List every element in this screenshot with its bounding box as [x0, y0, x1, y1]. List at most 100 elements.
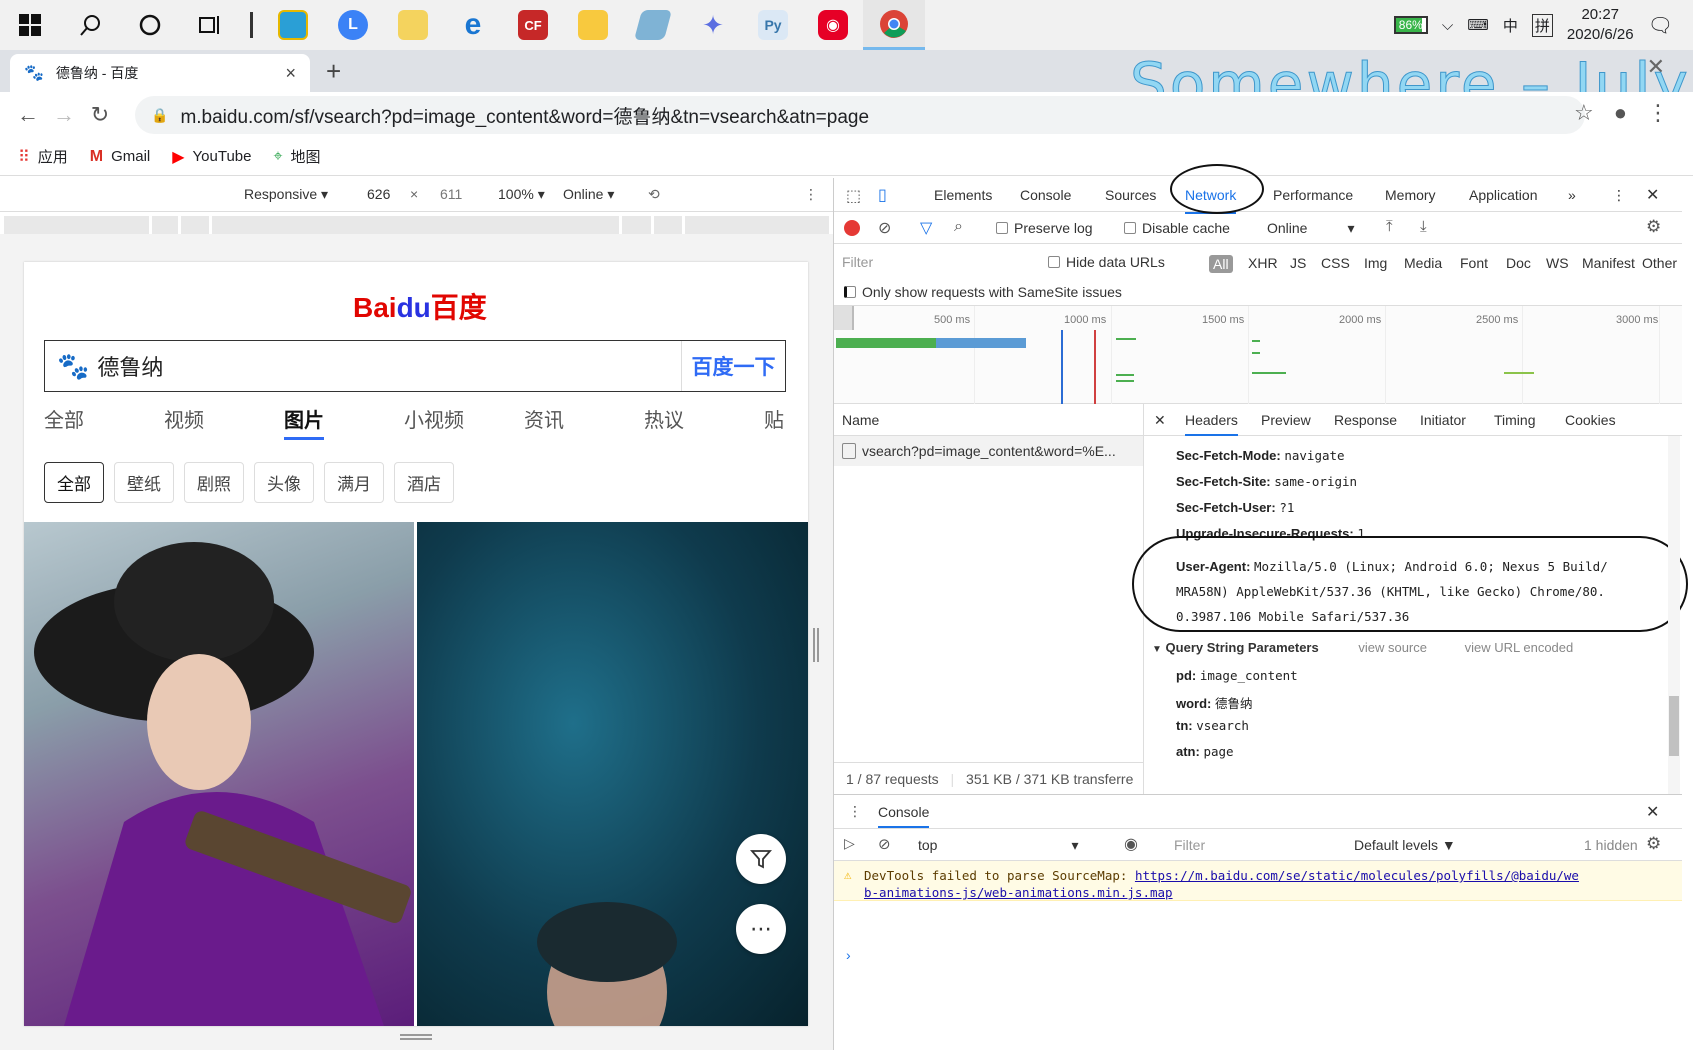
console-context-select[interactable]: top ▾: [918, 837, 1079, 854]
disable-cache-checkbox[interactable]: Disable cache: [1124, 220, 1230, 236]
filter-type-img[interactable]: Img: [1364, 255, 1387, 271]
filter-type-font[interactable]: Font: [1460, 255, 1488, 271]
import-har-icon[interactable]: ⤒: [1386, 218, 1393, 235]
chip-hotel[interactable]: 酒店: [394, 462, 454, 503]
tab-preview[interactable]: Preview: [1261, 412, 1311, 428]
export-har-icon[interactable]: ⤓: [1420, 218, 1427, 235]
hide-data-urls-checkbox[interactable]: Hide data URLs: [1048, 254, 1165, 270]
lock-icon[interactable]: 🔒: [151, 107, 168, 124]
filter-type-js[interactable]: JS: [1290, 255, 1306, 271]
record-icon[interactable]: [844, 220, 860, 236]
network-timeline-overview[interactable]: 500 ms 1000 ms 1500 ms 2000 ms 2500 ms 3…: [834, 306, 1682, 404]
console-sidebar-icon[interactable]: ▷: [844, 835, 855, 852]
throttling-select[interactable]: Online ▾: [1267, 220, 1355, 237]
filter-type-xhr[interactable]: XHR: [1248, 255, 1278, 271]
tab-close-icon[interactable]: ×: [285, 63, 296, 84]
name-column-header[interactable]: Name: [834, 404, 1143, 436]
console-prompt-icon[interactable]: ›: [846, 947, 851, 963]
tab-memory[interactable]: Memory: [1385, 187, 1436, 203]
viewport-width-input[interactable]: 626: [367, 186, 390, 202]
rotate-icon[interactable]: ⟲: [648, 186, 660, 203]
category-tab-news[interactable]: 资讯: [524, 404, 644, 440]
request-row[interactable]: vsearch?pd=image_content&word=%E...: [834, 436, 1143, 466]
result-image-1[interactable]: [24, 522, 414, 1026]
battery-indicator[interactable]: 86%: [1393, 16, 1428, 34]
edge-icon[interactable]: e: [450, 2, 496, 48]
address-bar[interactable]: 🔒 m.baidu.com/sf/vsearch?pd=image_conten…: [135, 96, 1585, 134]
app-screenshot-icon[interactable]: [390, 2, 436, 48]
app-bird-icon[interactable]: ✦: [690, 2, 736, 48]
tab-sources[interactable]: Sources: [1105, 187, 1156, 203]
tab-timing[interactable]: Timing: [1494, 412, 1536, 428]
device-mode-select[interactable]: Responsive ▾: [244, 186, 328, 203]
filter-type-manifest[interactable]: Manifest: [1582, 255, 1635, 271]
zoom-select[interactable]: 100% ▾: [498, 186, 545, 203]
search-button[interactable]: 百度一下: [681, 341, 785, 391]
bookmark-youtube[interactable]: ▶ YouTube: [172, 147, 251, 167]
chrome-menu-icon[interactable]: ⋮: [1647, 100, 1669, 126]
chip-wallpaper[interactable]: 壁纸: [114, 462, 174, 503]
forward-icon[interactable]: →: [46, 102, 82, 128]
log-levels-select[interactable]: Default levels ▼: [1354, 837, 1456, 853]
filter-funnel-icon[interactable]: ▽: [920, 218, 932, 238]
tab-elements[interactable]: Elements: [934, 187, 992, 203]
console-clear-icon[interactable]: ⊘: [878, 835, 891, 853]
search-icon[interactable]: ⌕: [954, 218, 963, 236]
drawer-tab-console[interactable]: Console: [878, 804, 930, 828]
search-icon[interactable]: [67, 2, 113, 48]
chevron-up-icon[interactable]: ⌵: [1442, 17, 1453, 34]
more-options-fab[interactable]: ⋯: [736, 904, 786, 954]
filter-type-other[interactable]: Other: [1642, 255, 1677, 271]
filter-type-media[interactable]: Media: [1404, 255, 1442, 271]
filter-type-all[interactable]: All: [1209, 255, 1233, 273]
devtools-close-icon[interactable]: ✕: [1646, 185, 1659, 205]
device-throttle-select[interactable]: Online ▾: [563, 186, 614, 203]
task-view-icon[interactable]: [187, 2, 233, 48]
preserve-log-checkbox[interactable]: Preserve log: [996, 220, 1093, 236]
chip-all[interactable]: 全部: [44, 462, 104, 503]
console-settings-gear-icon[interactable]: ⚙: [1646, 834, 1661, 854]
console-filter-input[interactable]: Filter: [1174, 837, 1205, 853]
app-folder-icon[interactable]: [630, 2, 676, 48]
category-tab-discussion[interactable]: 热议: [644, 404, 764, 440]
details-scrollbar[interactable]: [1668, 436, 1680, 794]
bookmark-apps[interactable]: ⠿ 应用: [18, 146, 68, 167]
bookmark-star-icon[interactable]: ☆: [1574, 100, 1594, 126]
category-tab-short-video[interactable]: 小视频: [404, 404, 524, 440]
category-tab-tieba[interactable]: 贴: [764, 404, 784, 440]
tab-initiator[interactable]: Initiator: [1420, 412, 1466, 428]
tab-cookies[interactable]: Cookies: [1565, 412, 1616, 428]
category-tab-all[interactable]: 全部: [44, 404, 164, 440]
view-source-link[interactable]: view source: [1358, 640, 1427, 655]
inspect-element-icon[interactable]: ⬚: [846, 186, 861, 206]
netease-music-icon[interactable]: ◉: [810, 2, 856, 48]
reload-icon[interactable]: ↻: [82, 102, 118, 128]
device-menu-icon[interactable]: ⋮: [804, 186, 818, 203]
device-toggle-icon[interactable]: ▯: [878, 185, 887, 205]
chip-full-moon[interactable]: 满月: [324, 462, 384, 503]
chip-stills[interactable]: 剧照: [184, 462, 244, 503]
filter-fab[interactable]: [736, 834, 786, 884]
python-icon[interactable]: Py: [750, 2, 796, 48]
cortana-icon[interactable]: [127, 2, 173, 48]
view-url-encoded-link[interactable]: view URL encoded: [1465, 640, 1574, 655]
notification-icon[interactable]: 🗨: [1648, 13, 1673, 38]
app-notes-icon[interactable]: [270, 2, 316, 48]
viewport-resize-handle[interactable]: [813, 628, 819, 662]
app-l-icon[interactable]: L: [330, 2, 376, 48]
tab-response[interactable]: Response: [1334, 412, 1397, 428]
drawer-close-icon[interactable]: ✕: [1646, 802, 1659, 822]
more-tabs-icon[interactable]: »: [1568, 187, 1576, 203]
tab-application[interactable]: Application: [1469, 187, 1538, 203]
new-tab-button[interactable]: +: [326, 56, 341, 87]
clear-icon[interactable]: ⊘: [878, 218, 891, 238]
tab-console[interactable]: Console: [1020, 187, 1071, 203]
category-tab-images[interactable]: 图片: [284, 404, 404, 440]
file-explorer-icon[interactable]: [570, 2, 616, 48]
network-filter-input[interactable]: Filter: [842, 254, 873, 270]
network-settings-gear-icon[interactable]: ⚙: [1646, 217, 1661, 237]
filter-type-ws[interactable]: WS: [1546, 255, 1569, 271]
chip-avatar[interactable]: 头像: [254, 462, 314, 503]
system-clock[interactable]: 20:27 2020/6/26: [1567, 5, 1634, 45]
app-cf-icon[interactable]: CF: [510, 2, 556, 48]
